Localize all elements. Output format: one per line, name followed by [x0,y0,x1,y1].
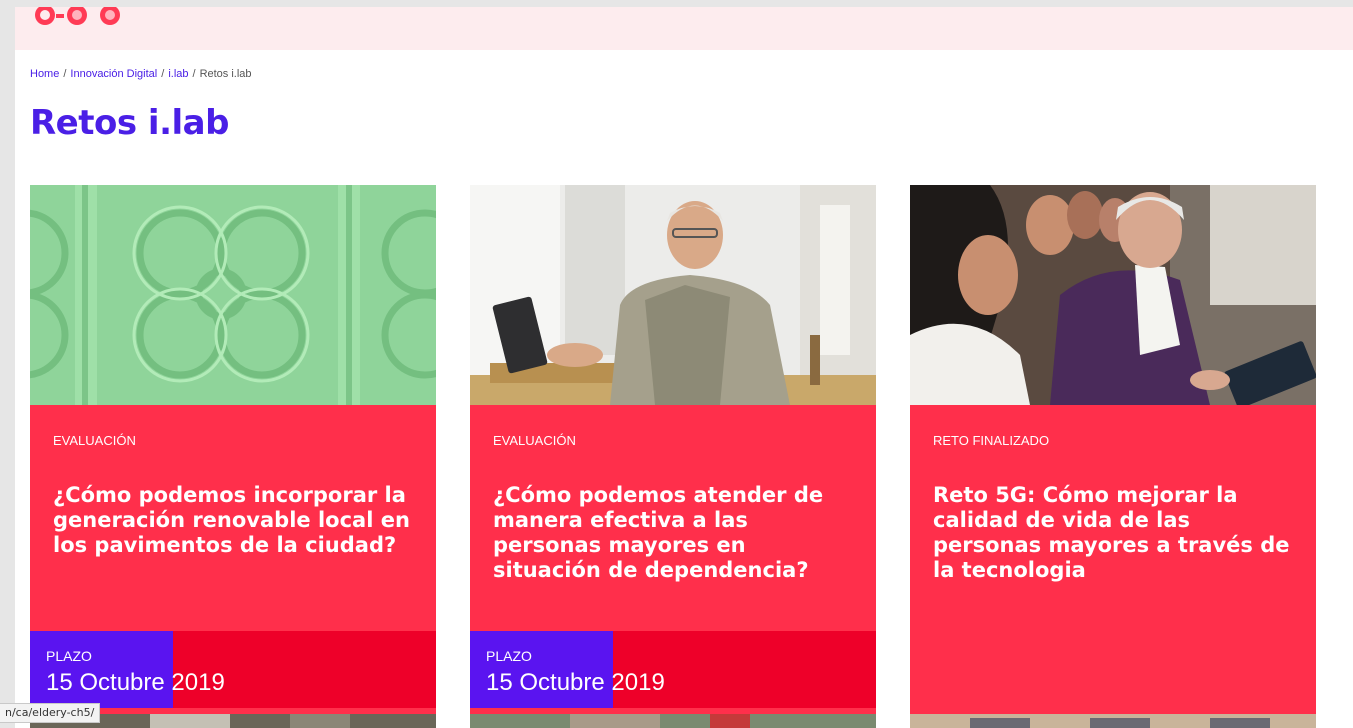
deadline-date: 15 Octubre 2019 [46,669,225,696]
deadline-date: 15 Octubre 2019 [486,669,665,696]
site-header [15,7,1353,50]
deadline-label: PLAZO [486,648,532,664]
breadcrumb-separator: / [63,68,67,80]
next-card-image-peek [470,714,876,728]
card-image-elderly-woman-tablet [910,185,1316,405]
card-image-tile-pattern [30,185,436,405]
breadcrumb-current: Retos i.lab [199,68,252,80]
page: Home / Innovación Digital / i.lab / Retos i.la… [15,7,1353,728]
challenge-card-pavements[interactable]: EVALUACIÓN ¿Cómo podemos incorporar la g… [30,185,436,721]
card-deadline: PLAZO 15 Octubre 2019 [30,631,436,708]
deadline-label: PLAZO [46,648,92,664]
breadcrumb: Home / Innovación Digital / i.lab / Retos i.la… [30,68,252,80]
card-title[interactable]: ¿Cómo podemos incorporar la generación r… [53,483,413,558]
card-status: EVALUACIÓN [493,433,576,448]
challenge-card-elderly-care[interactable]: EVALUACIÓN ¿Cómo podemos atender de mane… [470,185,876,721]
next-card-image-peek [910,714,1316,728]
page-title: Retos i.lab [30,103,229,143]
breadcrumb-innovacion-digital[interactable]: Innovación Digital [70,68,157,80]
card-status: EVALUACIÓN [53,433,136,448]
card-image-elderly-man-tablet [470,185,876,405]
breadcrumb-ilab[interactable]: i.lab [168,68,188,80]
site-logo[interactable] [32,7,172,33]
browser-status-url: n/ca/eldery-ch5/ [0,703,101,723]
breadcrumb-separator: / [192,68,196,80]
challenge-card-5g[interactable]: RETO FINALIZADO Reto 5G: Cómo mejorar la… [910,185,1316,721]
breadcrumb-home[interactable]: Home [30,68,59,80]
card-title[interactable]: Reto 5G: Cómo mejorar la calidad de vida… [933,483,1293,583]
card-title[interactable]: ¿Cómo podemos atender de manera efectiva… [493,483,853,583]
card-status: RETO FINALIZADO [933,433,1050,448]
breadcrumb-separator: / [161,68,165,80]
card-deadline: PLAZO 15 Octubre 2019 [470,631,876,708]
